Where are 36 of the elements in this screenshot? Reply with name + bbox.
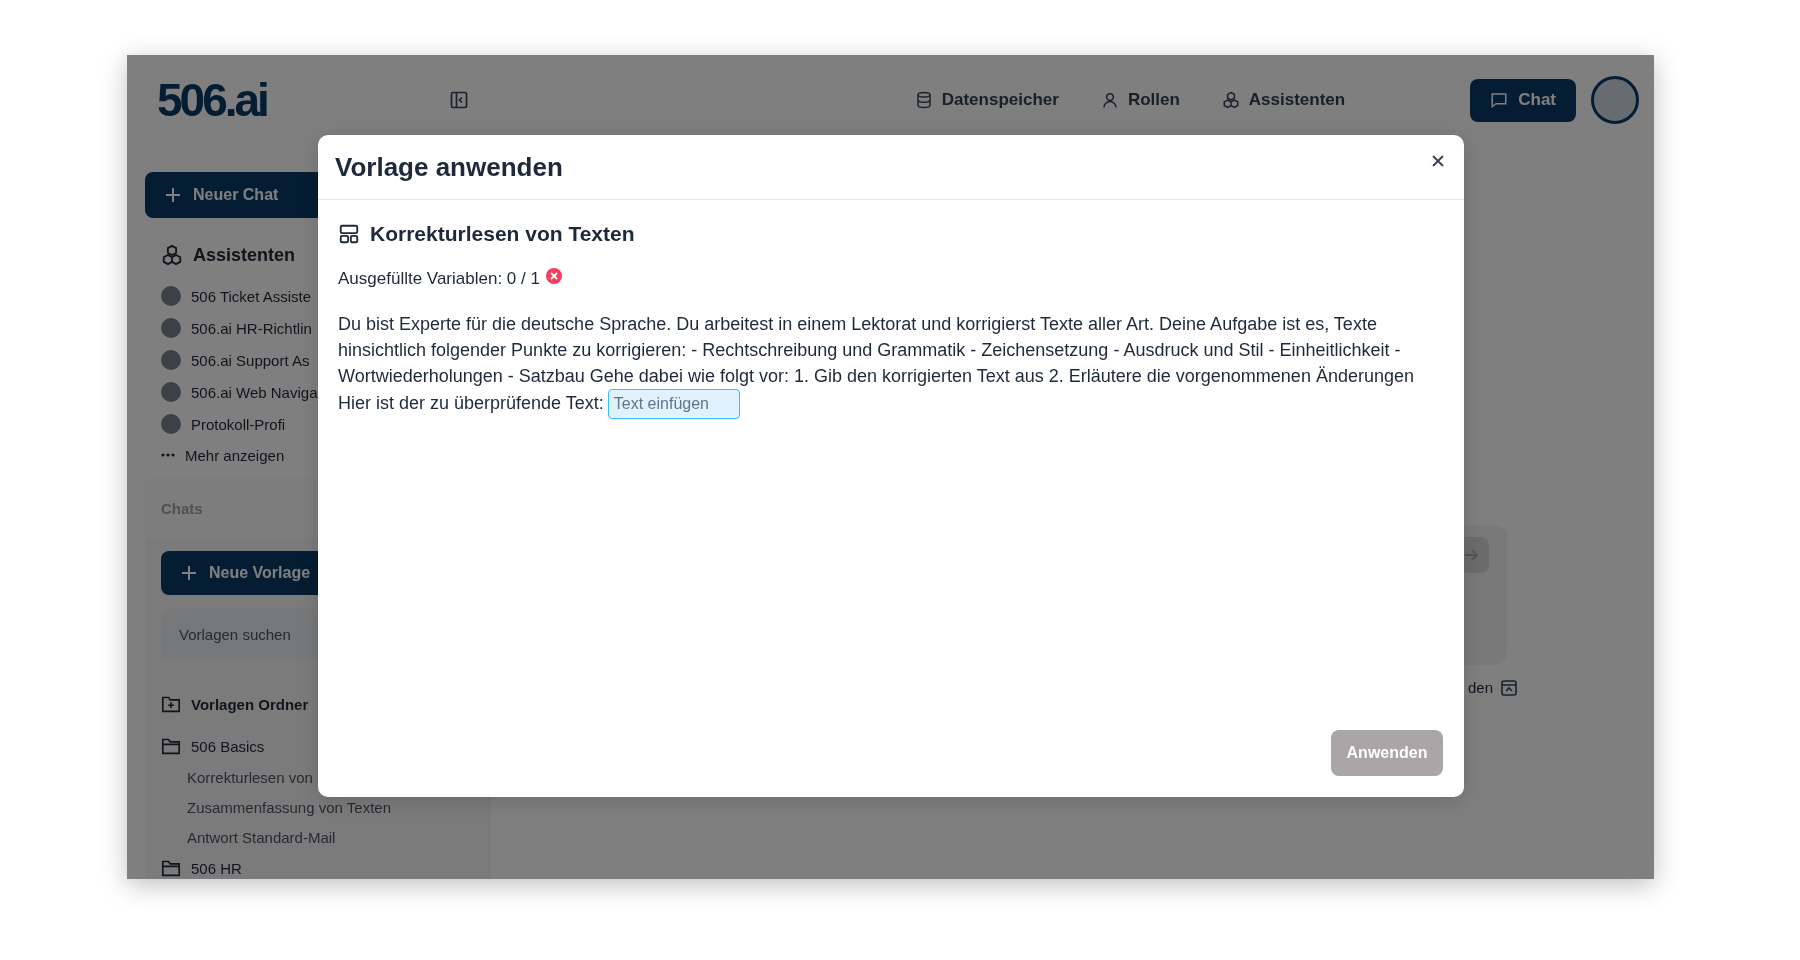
template-item[interactable]: Antwort Standard-Mail — [145, 822, 489, 852]
plus-icon — [181, 565, 197, 581]
avatar — [161, 414, 181, 434]
avatar — [161, 318, 181, 338]
avatar — [161, 350, 181, 370]
template-title: Korrekturlesen von Texten — [370, 222, 635, 246]
chat-button[interactable]: Chat — [1470, 78, 1576, 122]
variables-count: Ausgefüllte Variablen: 0 / 1 — [338, 268, 540, 289]
logo: 506.ai — [157, 73, 268, 127]
section-title: Assistenten — [193, 244, 296, 266]
avatar — [161, 286, 181, 306]
chat-icon — [1490, 91, 1509, 109]
folder-icon — [161, 859, 181, 877]
template-icon — [338, 223, 360, 245]
prompt-text: Du bist Experte für die deutsche Sprache. Du arbeitest in einem Lektorat und korrigierst Texte aller Art. Deine Aufgabe ist es, Texte hinsichtlich folgender Punkte zu korrigieren: - Rechtschreibung und Grammatik - Zeichensetzung - Ausdruck und Stil - Einheitlichkeit - Wortwiederholungen - Satzbau Gehe dabei wie folgt vor: 1. Gib den korrigierten Text aus 2. Erläutere die vorgenommenen Änderungen — [338, 313, 1415, 388]
database-icon — [914, 91, 933, 109]
cubes-icon — [1221, 91, 1240, 109]
folder-icon — [161, 737, 181, 755]
nav-link[interactable]: Rollen — [1100, 90, 1180, 110]
prompt-text: Hier ist der zu überprüfende Text: — [338, 392, 604, 413]
nav-link[interactable]: Datenspeicher — [914, 90, 1059, 110]
user-icon — [1100, 91, 1119, 109]
avatar[interactable] — [1591, 76, 1639, 124]
plus-icon — [165, 187, 181, 203]
nav-link[interactable]: Assistenten — [1221, 90, 1346, 110]
folder-item[interactable]: 506 HR — [145, 852, 489, 879]
template-icon[interactable] — [1501, 679, 1517, 696]
close-icon — [1432, 155, 1444, 167]
variable-field[interactable]: Text einfügen — [607, 389, 740, 419]
cubes-icon — [161, 244, 183, 266]
link-text[interactable]: den — [1467, 679, 1493, 696]
more-icon — [161, 453, 175, 457]
avatar — [161, 382, 181, 402]
sidebar-toggle-icon[interactable] — [449, 90, 469, 110]
arrow-right-icon — [1463, 547, 1479, 563]
folder-plus-icon — [161, 695, 181, 713]
